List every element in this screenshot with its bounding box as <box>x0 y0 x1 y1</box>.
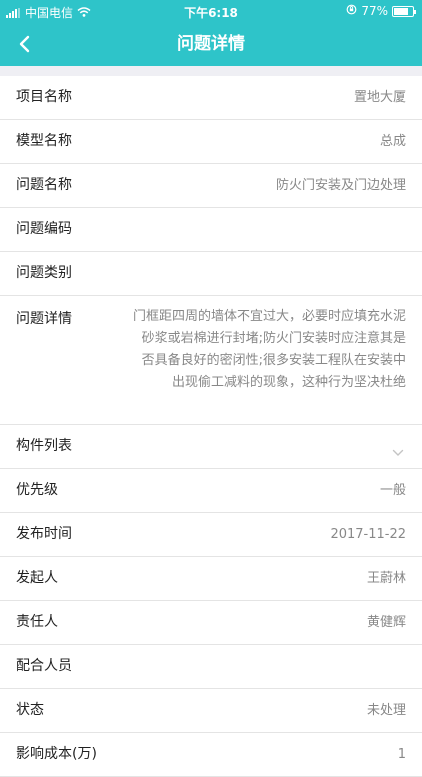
publish-time-label: 发布时间 <box>16 526 72 542</box>
responsible-label: 责任人 <box>16 614 58 630</box>
row-issue-code: 问题编码 <box>0 208 422 252</box>
initiator-value: 王蔚林 <box>366 571 406 586</box>
issue-name-value: 防火门安装及门边处理 <box>275 178 406 193</box>
row-initiator: 发起人 王蔚林 <box>0 557 422 601</box>
cost-impact-value: 1 <box>397 747 406 762</box>
project-name-label: 项目名称 <box>16 89 72 105</box>
priority-label: 优先级 <box>16 482 58 498</box>
row-component-list[interactable]: 构件列表 <box>0 425 422 469</box>
model-name-value: 总成 <box>379 134 406 149</box>
row-responsible: 责任人 黄健辉 <box>0 601 422 645</box>
detail-list: 项目名称 置地大厦 模型名称 总成 问题名称 防火门安装及门边处理 问题编码 问… <box>0 76 422 777</box>
model-name-label: 模型名称 <box>16 133 72 149</box>
issue-code-label: 问题编码 <box>16 221 72 237</box>
issue-category-label: 问题类别 <box>16 265 72 281</box>
row-issue-detail: 问题详情 门框距四周的墙体不宜过大，必要时应填充水泥砂浆或岩棉进行封堵;防火门安… <box>0 296 422 425</box>
cost-impact-label: 影响成本(万) <box>16 746 97 762</box>
row-priority: 优先级 一般 <box>0 469 422 513</box>
publish-time-value: 2017-11-22 <box>330 527 406 542</box>
issue-detail-value: 门框距四周的墙体不宜过大，必要时应填充水泥砂浆或岩棉进行封堵;防火门安装时应注意… <box>132 309 406 390</box>
status-bar: 中国电信 下午6:18 77% <box>0 0 422 22</box>
row-issue-name: 问题名称 防火门安装及门边处理 <box>0 164 422 208</box>
status-label: 状态 <box>16 702 44 718</box>
orientation-lock-icon <box>346 4 357 18</box>
row-cooperators: 配合人员 <box>0 645 422 689</box>
status-right: 77% <box>346 4 416 18</box>
row-project-name: 项目名称 置地大厦 <box>0 76 422 120</box>
row-cost-impact: 影响成本(万) 1 <box>0 733 422 777</box>
row-issue-category: 问题类别 <box>0 252 422 296</box>
section-gap <box>0 66 422 76</box>
priority-value: 一般 <box>379 483 406 498</box>
row-model-name: 模型名称 总成 <box>0 120 422 164</box>
issue-detail-label: 问题详情 <box>16 311 72 327</box>
row-status: 状态 未处理 <box>0 689 422 733</box>
nav-bar: 问题详情 <box>0 22 422 66</box>
cooperators-label: 配合人员 <box>16 658 72 674</box>
initiator-label: 发起人 <box>16 570 58 586</box>
status-value: 未处理 <box>366 703 406 718</box>
row-publish-time: 发布时间 2017-11-22 <box>0 513 422 557</box>
responsible-value: 黄健辉 <box>366 615 406 630</box>
battery-icon <box>392 5 416 17</box>
component-list-label: 构件列表 <box>16 438 72 454</box>
project-name-value: 置地大厦 <box>353 90 406 105</box>
chevron-down-icon[interactable] <box>392 442 404 461</box>
battery-percent: 77% <box>361 4 388 18</box>
page-title: 问题详情 <box>177 34 245 54</box>
issue-name-label: 问题名称 <box>16 177 72 193</box>
